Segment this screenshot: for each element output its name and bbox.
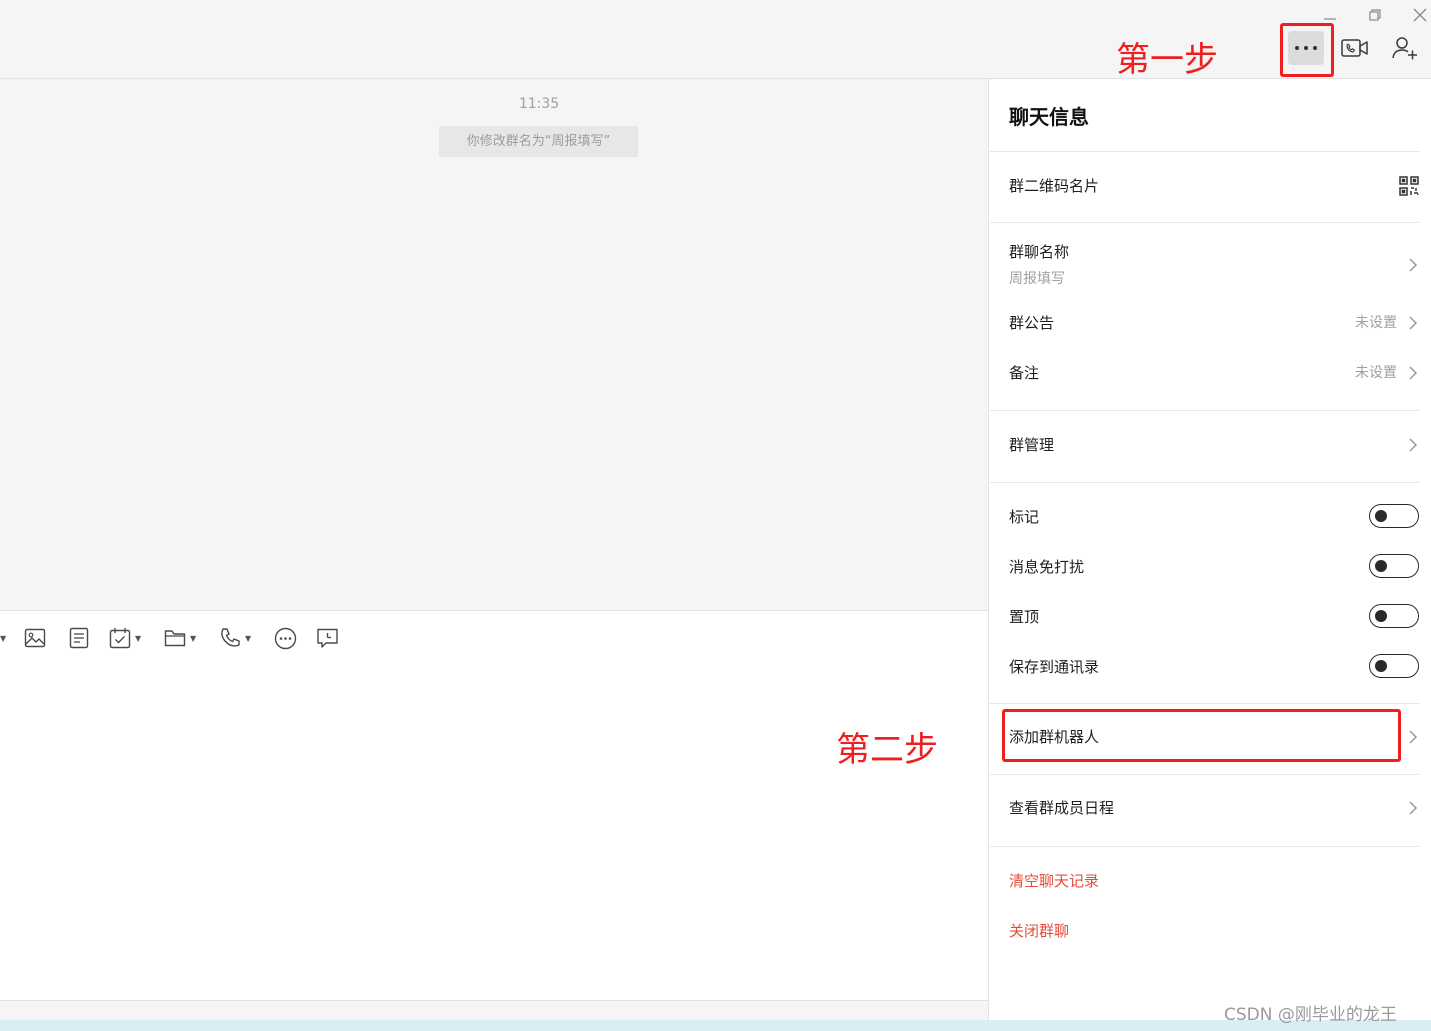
qr-code-icon[interactable] (1399, 176, 1419, 196)
phone-button[interactable]: ▼ (219, 624, 251, 652)
mute-label: 消息免打扰 (1009, 558, 1085, 576)
pin-toggle[interactable] (1369, 604, 1419, 628)
schedule-button[interactable]: ▼ (109, 624, 141, 652)
pin-label: 置顶 (1009, 608, 1040, 626)
group-name-label: 群聊名称 (1009, 243, 1070, 261)
taskbar-strip (0, 1020, 1431, 1031)
step2-highlight-box (1002, 709, 1401, 762)
toolbar-dropdown-caret[interactable]: ▼ (0, 624, 6, 652)
feedback-icon (317, 628, 338, 648)
clear-history-button[interactable]: 清空聊天记录 (1009, 870, 1099, 891)
step1-highlight-box (1280, 23, 1334, 77)
save-contacts-toggle[interactable] (1369, 654, 1419, 678)
group-manage-label: 群管理 (1009, 436, 1055, 454)
image-icon (24, 628, 46, 648)
message-timestamp: 11:35 (518, 96, 560, 112)
divider (990, 774, 1420, 775)
chevron-right-icon (1404, 436, 1422, 454)
group-announcement-value: 未设置 (1355, 315, 1397, 331)
panel-title: 聊天信息 (1009, 105, 1089, 129)
add-member-icon (1392, 37, 1417, 60)
schedule-icon (109, 628, 131, 649)
video-call-button[interactable] (1335, 30, 1375, 66)
close-button[interactable] (1405, 4, 1431, 26)
compose-footer (0, 1000, 988, 1021)
group-manage-row[interactable] (990, 420, 1420, 470)
divider (990, 222, 1420, 223)
watermark: CSDN @刚毕业的龙王 (1224, 1005, 1397, 1025)
remark-label: 备注 (1009, 364, 1040, 382)
remark-value: 未设置 (1355, 365, 1397, 381)
divider (990, 703, 1420, 704)
chevron-right-icon (1404, 314, 1422, 332)
group-announcement-label: 群公告 (1009, 314, 1055, 332)
mute-toggle[interactable] (1369, 554, 1419, 578)
group-qr-label: 群二维码名片 (1009, 177, 1100, 195)
divider (990, 151, 1420, 152)
folder-button[interactable]: ▼ (164, 624, 196, 652)
mark-label: 标记 (1009, 508, 1040, 526)
add-member-button[interactable] (1385, 30, 1425, 66)
mark-toggle[interactable] (1369, 504, 1419, 528)
phone-icon (221, 628, 240, 647)
chevron-right-icon (1404, 256, 1422, 274)
document-icon (69, 627, 89, 649)
restore-icon (1369, 9, 1381, 21)
restore-button[interactable] (1360, 4, 1390, 26)
divider (990, 846, 1420, 847)
step2-annotation: 第二步 (836, 730, 938, 770)
group-name-value: 周报填写 (1009, 271, 1065, 287)
close-icon (1413, 8, 1427, 22)
more-tools-button[interactable] (274, 624, 297, 652)
save-contacts-label: 保存到通讯录 (1009, 658, 1100, 676)
document-button[interactable] (68, 624, 90, 652)
chevron-right-icon (1404, 364, 1422, 382)
folder-icon (164, 630, 186, 647)
divider (990, 482, 1420, 483)
message-input-area[interactable] (0, 610, 988, 1001)
member-schedule-label: 查看群成员日程 (1009, 799, 1115, 817)
feedback-button[interactable] (316, 624, 339, 652)
image-button[interactable] (24, 624, 46, 652)
chevron-right-icon (1404, 728, 1422, 746)
divider (990, 410, 1420, 411)
chat-history (0, 79, 988, 610)
more-circle-icon (274, 627, 297, 649)
minimize-icon (1324, 18, 1336, 20)
video-call-icon (1341, 39, 1368, 57)
step1-annotation: 第一步 (1116, 40, 1218, 80)
system-message: 你修改群名为“周报填写” (439, 126, 638, 157)
chevron-right-icon (1404, 799, 1422, 817)
close-group-button[interactable]: 关闭群聊 (1009, 920, 1069, 941)
